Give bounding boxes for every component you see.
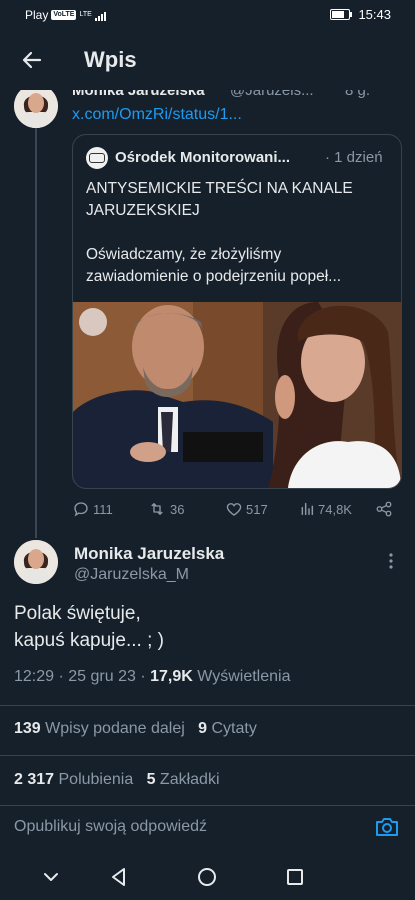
like-stats: 2 317 Polubienia 5 Zakładki [14,771,220,789]
thread-line [35,128,37,538]
retweets-label[interactable]: Wpisy podane dalej [41,720,185,737]
retweets-count[interactable]: 139 [14,720,41,737]
author-handle[interactable]: @Jaruzelska_M [74,566,189,584]
avatar[interactable] [14,540,58,584]
home-circle-icon[interactable] [196,866,218,888]
quotes-count[interactable]: 9 [198,720,207,737]
bookmarks-label[interactable]: Zakładki [155,771,220,788]
carrier-info: Play VoLTE LTE [25,8,106,22]
tweet-actions: 111 36 517 74,8K [72,498,400,522]
likes-label[interactable]: Polubienia [54,771,133,788]
quotes-label[interactable]: Cytaty [207,720,256,737]
views-icon [301,502,314,516]
quoted-tweet[interactable]: Ośrodek Monitorowani... · 1 dzień ANTYSE… [72,134,402,489]
like-action[interactable]: 517 [225,500,268,518]
heart-icon [226,503,242,516]
volte-badge: VoLTE [51,10,77,20]
tweet-meta: 12:29 · 25 gru 23 · 17,9K Wyświetlenia [14,668,290,686]
lte-label: LTE [79,11,92,18]
reply-count: 111 [93,501,113,517]
views-action[interactable]: 74,8K [299,500,352,518]
reply-placeholder[interactable]: Opublikuj swoją odpowiedź [14,818,207,836]
quoted-author-name: Ośrodek Monitorowani... [115,149,291,166]
author-name[interactable]: Monika Jaruzelska [74,544,224,564]
tweet-timestamp: 12:29 · 25 gru 23 · [14,668,151,685]
tweet-views-label: Wyświetlenia [192,668,291,685]
quoted-image[interactable] [73,302,401,488]
org-logo-icon [86,147,108,169]
signal-icon [94,10,106,21]
chevron-down-icon[interactable] [40,866,62,888]
top-bar: Wpis [0,30,415,90]
camera-icon[interactable] [374,814,400,840]
share-icon [376,501,392,517]
like-count: 517 [246,501,268,517]
retweet-count: 36 [170,501,185,517]
share-action[interactable] [375,500,393,518]
carrier-name: Play [25,8,49,22]
share-stats: 139 Wpisy podane dalej 9 Cytaty [14,720,257,738]
reply-input[interactable]: Opublikuj swoją odpowiedź [0,808,415,848]
quoted-text: ANTYSEMICKIE TREŚCI NA KANALE JARUZEKSKI… [86,180,353,285]
page-title: Wpis [84,47,137,72]
system-navbar [0,852,415,900]
retweet-action[interactable]: 36 [147,500,184,518]
tweet-text: Polak świętuje, kapuś kapuje... ; ) [14,603,164,651]
battery-icon [330,9,353,20]
reply-action[interactable]: 111 [72,500,113,518]
divider [0,705,415,706]
back-arrow-icon[interactable] [20,48,44,72]
retweet-icon [151,503,163,515]
divider [0,805,415,806]
reply-icon [74,502,88,517]
tweet-views-count[interactable]: 17,9K [150,668,193,685]
back-triangle-icon[interactable] [108,866,130,888]
views-count: 74,8K [318,501,352,517]
clock: 15:43 [358,7,391,22]
quoted-time: · 1 dzień [325,149,383,166]
more-options-icon[interactable] [384,552,398,570]
likes-count[interactable]: 2 317 [14,771,54,788]
recents-square-icon[interactable] [284,866,306,888]
tweet-link[interactable]: x.com/OmzRi/status/1... [72,106,242,124]
avatar[interactable] [14,84,58,128]
status-bar: Play VoLTE LTE 15:43 [0,0,415,30]
divider [0,755,415,756]
